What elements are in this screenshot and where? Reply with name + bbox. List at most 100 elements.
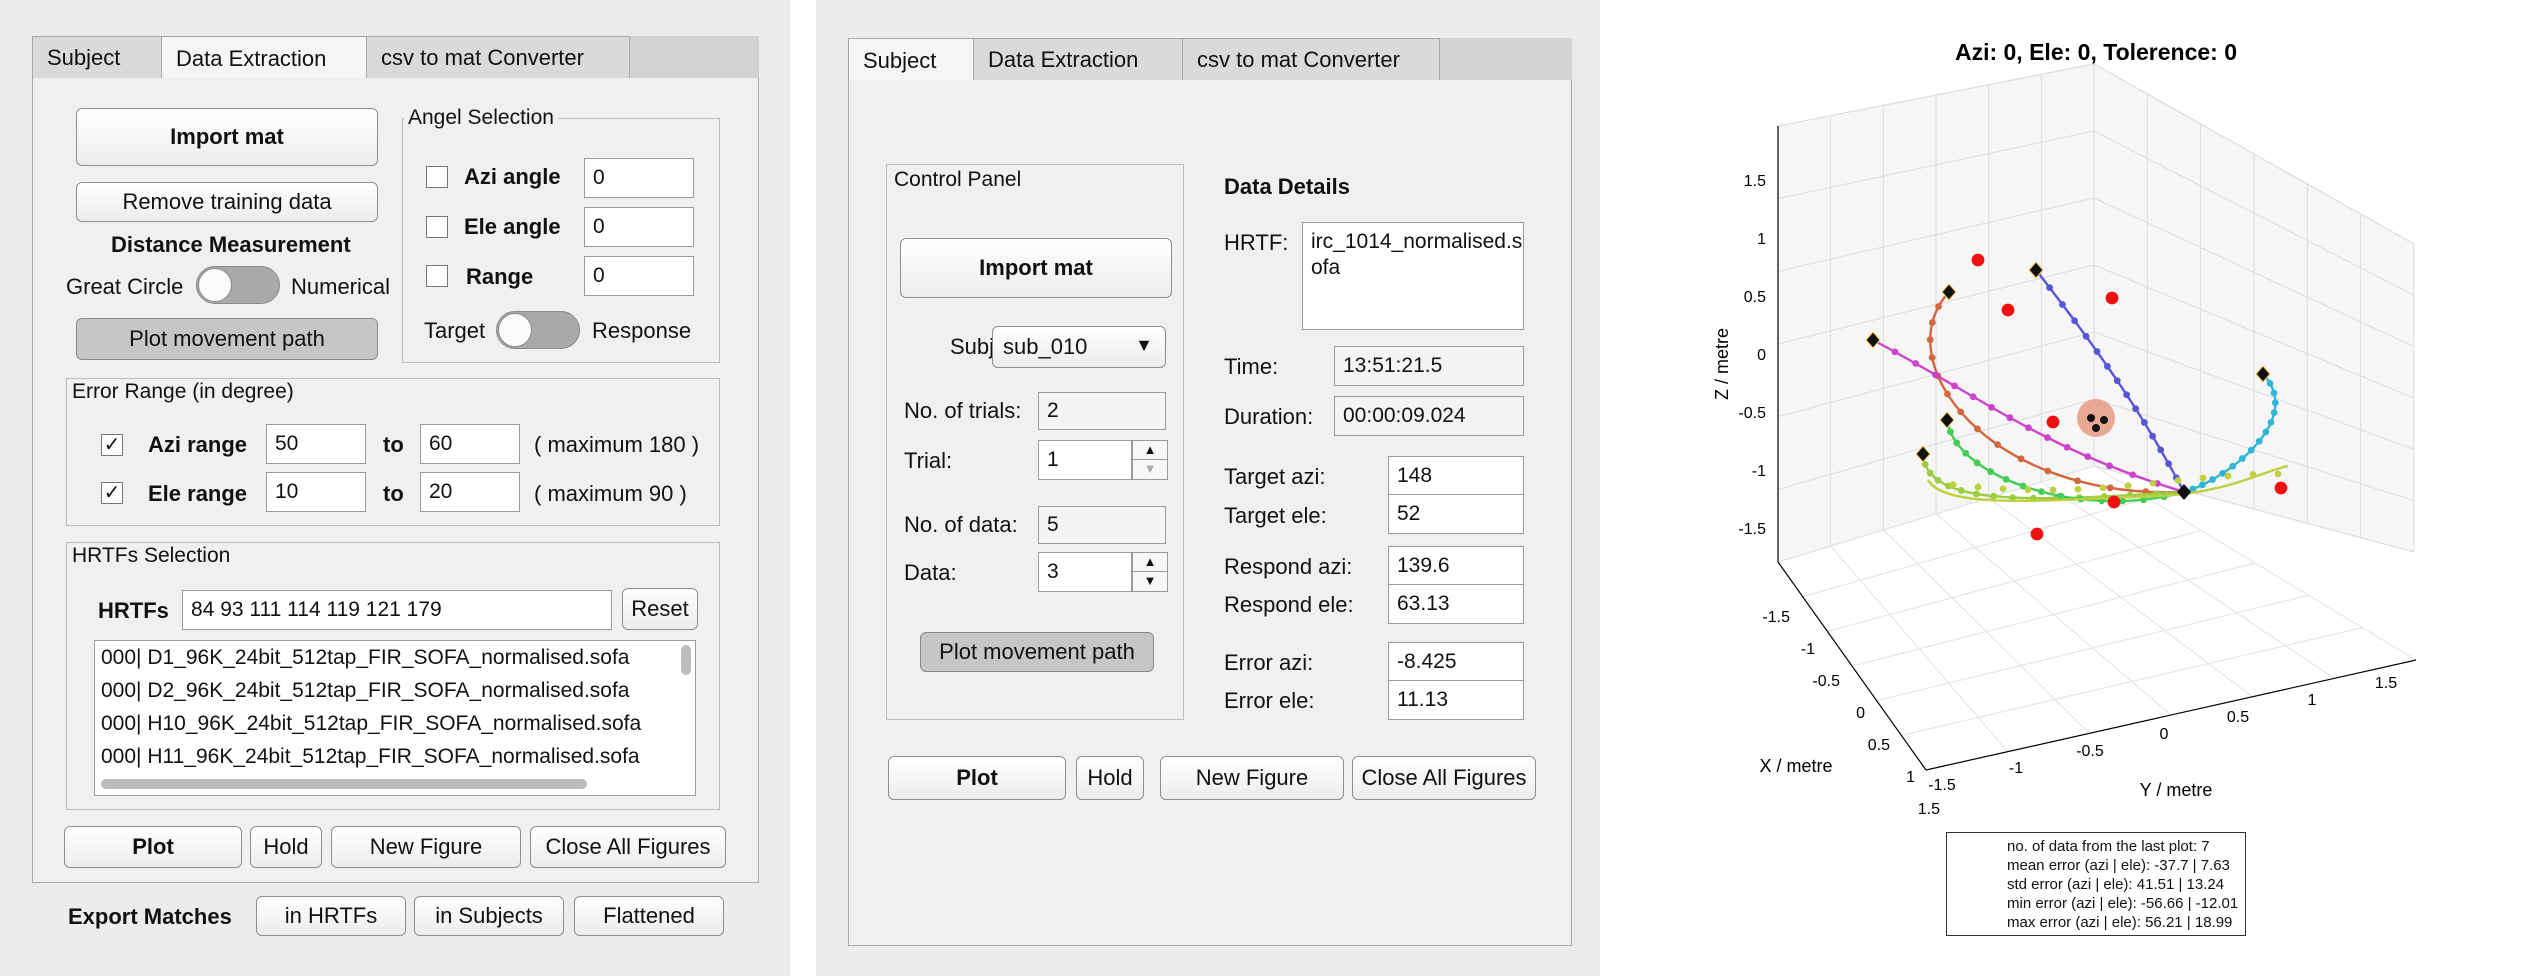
hrtf-list[interactable]: 000| D1_96K_24bit_512tap_FIR_SOFA_normal…: [94, 640, 696, 796]
ele-range-to-input[interactable]: 20: [420, 472, 520, 512]
tab-data-extraction[interactable]: Data Extraction: [973, 38, 1183, 80]
data-stepper-input[interactable]: 3: [1038, 552, 1132, 592]
z-tick-label: -1.5: [1738, 521, 1766, 538]
z-axis-label: Z / metre: [1712, 328, 1732, 400]
remove-training-data-button[interactable]: Remove training data: [76, 182, 378, 222]
movement-path-3d-plot[interactable]: Azi: 0, Ele: 0, Tolerence: 0 1.510.50-0.…: [1626, 0, 2524, 976]
path-point: [2165, 460, 2173, 468]
list-item[interactable]: 000| H11_96K_24bit_512tap_FIR_SOFA_norma…: [95, 740, 695, 773]
trial-stepper-input[interactable]: 1: [1038, 440, 1132, 480]
respond-azi-field: 139.6: [1388, 546, 1524, 586]
target-point: [2030, 527, 2044, 541]
path-point: [2174, 477, 2182, 484]
plot-button[interactable]: Plot: [888, 756, 1066, 800]
ele-range-from-input[interactable]: 10: [266, 472, 366, 512]
new-figure-button[interactable]: New Figure: [331, 826, 521, 868]
tab-data-extraction[interactable]: Data Extraction: [161, 36, 367, 80]
close-all-figures-button[interactable]: Close All Figures: [1352, 756, 1536, 800]
azi-angle-checkbox[interactable]: [426, 166, 448, 188]
path-point: [2059, 301, 2066, 308]
export-in-hrtfs-button[interactable]: in HRTFs: [256, 896, 406, 936]
list-vertical-scrollbar[interactable]: [681, 645, 691, 675]
azi-angle-input[interactable]: 0: [584, 158, 694, 198]
target-label: Target: [424, 318, 486, 343]
path-point: [2274, 470, 2282, 478]
ele-angle-checkbox[interactable]: [426, 216, 448, 238]
close-all-figures-button[interactable]: Close All Figures: [530, 826, 726, 868]
x-tick-label: -0.5: [1812, 673, 1840, 690]
stepper-up-icon[interactable]: ▲: [1133, 441, 1167, 460]
tab-csv-converter[interactable]: csv to mat Converter: [366, 36, 630, 78]
hold-button[interactable]: Hold: [1076, 756, 1144, 800]
x-tick-label: 1: [1906, 769, 1915, 786]
stepper-down-icon[interactable]: ▼: [1133, 460, 1167, 479]
stepper-up-icon[interactable]: ▲: [1133, 553, 1167, 572]
ele-angle-input[interactable]: 0: [584, 207, 694, 247]
range-label: Range: [466, 264, 534, 289]
respond-ele-field: 63.13: [1388, 584, 1524, 624]
data-stepper[interactable]: ▲ ▼: [1132, 552, 1168, 592]
plot-movement-path-button[interactable]: Plot movement path: [920, 632, 1154, 672]
left-tabbar: Subject Data Extraction csv to mat Conve…: [32, 36, 759, 80]
no-of-trials-field: 2: [1038, 392, 1166, 430]
list-item[interactable]: 000| D1_96K_24bit_512tap_FIR_SOFA_normal…: [95, 641, 695, 674]
reset-button[interactable]: Reset: [622, 588, 698, 630]
list-item[interactable]: 000| D2_96K_24bit_512tap_FIR_SOFA_normal…: [95, 674, 695, 707]
back-wall: [1777, 63, 2415, 563]
plot-button[interactable]: Plot: [64, 826, 242, 868]
azi-range-from-input[interactable]: 50: [266, 424, 366, 464]
stat-line: min error (azi | ele): -56.66 | -12.01: [2007, 895, 2239, 912]
distance-mode-switch[interactable]: [196, 266, 280, 304]
export-flattened-button[interactable]: Flattened: [574, 896, 724, 936]
path-point: [2266, 379, 2274, 387]
stepper-down-icon[interactable]: ▼: [1133, 572, 1167, 591]
duration-label: Duration:: [1224, 404, 1314, 429]
path-point: [1999, 485, 2007, 493]
x-tick-label: -1.5: [1762, 609, 1790, 626]
error-azi-label: Error azi:: [1224, 650, 1314, 675]
plot-window: Azi: 0, Ele: 0, Tolerence: 0 1.5 1 0.5 0 -0.…: [1626, 0, 2524, 976]
path-point: [2124, 482, 2132, 490]
tab-subject[interactable]: Subject: [32, 36, 162, 78]
target-response-switch[interactable]: [496, 311, 580, 349]
range-input[interactable]: 0: [584, 256, 694, 296]
azi-to-label: to: [383, 432, 404, 457]
path-point: [2024, 486, 2032, 494]
path-point: [1891, 348, 1899, 356]
list-item[interactable]: 000| H10_96K_24bit_512tap_FIR_SOFA_norma…: [95, 707, 695, 740]
plot-movement-path-button[interactable]: Plot movement path: [76, 318, 378, 360]
azi-range-checkbox[interactable]: ✓: [101, 434, 123, 456]
list-horizontal-scrollbar[interactable]: [101, 779, 587, 789]
hold-button[interactable]: Hold: [250, 826, 322, 868]
z-tick-label: 1.5: [1744, 173, 1766, 190]
path-point: [1974, 483, 1982, 491]
path-point: [2084, 453, 2092, 461]
new-figure-button[interactable]: New Figure: [1160, 756, 1344, 800]
middle-window: Subject Data Extraction csv to mat Conve…: [816, 0, 1600, 976]
azi-range-to-input[interactable]: 60: [420, 424, 520, 464]
ele-range-checkbox[interactable]: ✓: [101, 482, 123, 504]
import-mat-button[interactable]: Import mat: [900, 238, 1172, 298]
path-point: [1932, 371, 1939, 379]
hrtf-selection-title: HRTFs Selection: [68, 544, 235, 568]
tab-csv-converter[interactable]: csv to mat Converter: [1182, 38, 1440, 80]
x-tick-labels: -1.5 -1 -0.5 00.5 11.5: [1762, 609, 1940, 818]
path-point: [2113, 377, 2121, 385]
import-mat-button[interactable]: Import mat: [76, 108, 378, 166]
hrtfs-input[interactable]: 84 93 111 114 119 121 179: [182, 590, 612, 630]
path-point: [1935, 303, 1942, 310]
subject-dropdown[interactable]: sub_010 ▼: [992, 326, 1166, 368]
path-point: [1969, 393, 1977, 401]
ele-to-label: to: [383, 481, 404, 506]
export-in-subjects-button[interactable]: in Subjects: [414, 896, 564, 936]
middle-tabbar: Subject Data Extraction csv to mat Conve…: [848, 38, 1572, 82]
path-point: [2238, 455, 2246, 462]
trial-stepper[interactable]: ▲ ▼: [1132, 440, 1168, 480]
target-ele-label: Target ele:: [1224, 503, 1327, 528]
tab-subject[interactable]: Subject: [848, 38, 974, 82]
z-tick-label: -1: [1752, 463, 1766, 480]
range-checkbox[interactable]: [426, 265, 448, 287]
target-point: [1971, 253, 1985, 267]
great-circle-label: Great Circle: [66, 274, 184, 299]
control-panel-title: Control Panel: [890, 168, 1026, 192]
